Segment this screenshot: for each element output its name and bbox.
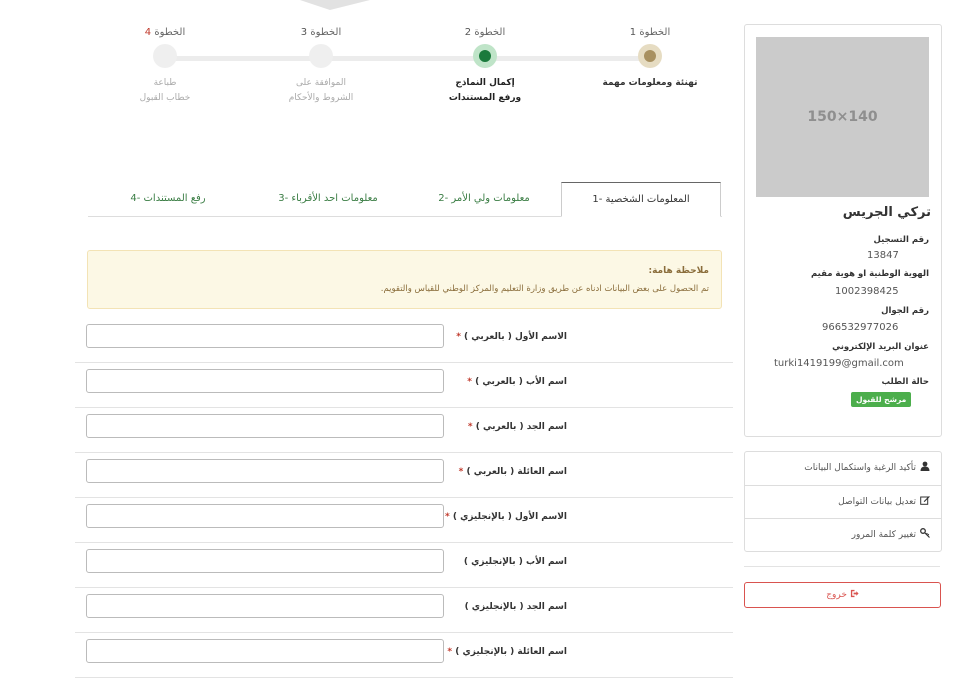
step-3-label-line1: الموافقة على: [296, 78, 346, 88]
form-row-first-name-ar: الاسم الأول ( بالعربي ) *: [75, 317, 733, 363]
required-mark: *: [444, 512, 450, 522]
logout-label: خروج: [826, 590, 847, 600]
national-id-label: الهوية الوطنية او هوية مقيم: [810, 269, 929, 279]
required-mark: *: [467, 422, 473, 432]
step-1: الخطوة 1 تهنئة ومعلومات مهمة: [585, 20, 715, 91]
required-mark: *: [456, 332, 461, 342]
tab-documents[interactable]: 4- رفع المستندات: [88, 182, 248, 215]
form-row-family-name-en: اسم العائلة ( بالإنجليزي ) *: [75, 632, 733, 678]
first-name-en-label: الاسم الأول ( بالإنجليزي ): [452, 512, 567, 522]
profile-photo-placeholder: 150×140: [756, 37, 929, 197]
tab-relative-info[interactable]: 3- معلومات احد الأقرباء: [248, 182, 408, 215]
profile-card: 150×140 تركي الجريس رقم التسجيل 13847 ال…: [744, 24, 942, 437]
step-3: الخطوة 3 الموافقة على الشروط والأحكام: [256, 20, 386, 106]
form-row-grandfather-name-ar: اسم الجد ( بالعربي ) *: [75, 407, 733, 453]
required-mark: *: [447, 647, 453, 657]
form-row-father-name-en: اسم الأب ( بالإنجليزي ): [75, 542, 733, 588]
step-3-label-line2: الشروط والأحكام: [288, 93, 354, 103]
form-row-family-name-ar: اسم العائلة ( بالعربي ) *: [75, 452, 733, 498]
step-1-label: تهنئة ومعلومات مهمة: [602, 78, 698, 88]
family-name-en-label: اسم العائلة ( بالإنجليزي ): [455, 647, 567, 657]
family-name-en-input[interactable]: [86, 639, 444, 663]
step-3-dot: [309, 44, 333, 68]
step-4: الخطوة 4 طباعة خطاب القبول: [100, 20, 230, 106]
mobile-label: رقم الجوال: [881, 306, 929, 316]
father-name-ar-input[interactable]: [86, 369, 444, 393]
menu-item-edit-contact[interactable]: تعديل بيانات التواصل: [745, 486, 941, 519]
grandfather-name-ar-input[interactable]: [86, 414, 444, 438]
step-2-dot-active: [473, 44, 497, 68]
form-row-first-name-en: الاسم الأول ( بالإنجليزي ) *: [75, 497, 733, 543]
tab-guardian-info[interactable]: 2- معلومات ولي الأمر: [404, 182, 564, 215]
user-icon: [920, 452, 930, 485]
progress-stepper: الخطوة 4 طباعة خطاب القبول الخطوة 3 المو…: [100, 20, 720, 120]
required-mark: *: [467, 377, 472, 387]
menu-item-change-password[interactable]: تغيير كلمة المرور: [745, 519, 941, 552]
note-title: ملاحظة هامة:: [648, 266, 710, 276]
first-name-ar-label: الاسم الأول ( بالعربي ): [464, 332, 567, 342]
required-mark: *: [458, 467, 464, 477]
mobile-value: 966532977026: [822, 322, 899, 333]
step-2-label-line2: ورفع المستندات: [448, 93, 522, 103]
father-name-en-label: اسم الأب ( بالإنجليزي ): [463, 557, 567, 567]
menu-item-confirm-data[interactable]: تأكيد الرغبة واستكمال البيانات: [745, 452, 941, 485]
step-2-label-line1: إكمال النماذج: [455, 78, 515, 88]
application-status-label: حالة الطلب: [881, 377, 929, 387]
father-name-en-input[interactable]: [86, 549, 444, 573]
menu-item-label: تغيير كلمة المرور: [851, 530, 916, 540]
family-name-ar-label: اسم العائلة ( بالعربي ): [466, 467, 568, 477]
grandfather-name-ar-label: اسم الجد ( بالعربي ): [475, 422, 567, 432]
father-name-ar-label: اسم الأب ( بالعربي ): [475, 377, 567, 387]
logout-button[interactable]: خروج: [744, 582, 941, 608]
note-text: تم الحصول على بعض البيانات ادناه عن طريق…: [380, 284, 709, 294]
step-4-label-line1: طباعة: [153, 78, 177, 88]
important-note: ملاحظة هامة: تم الحصول على بعض البيانات …: [87, 250, 722, 309]
edit-icon: [920, 486, 930, 519]
grandfather-name-en-input[interactable]: [86, 594, 444, 618]
family-name-ar-input[interactable]: [86, 459, 444, 483]
logout-icon: [847, 589, 859, 600]
national-id-value: 1002398425: [835, 286, 899, 297]
tab-personal-info[interactable]: 1- المعلومات الشخصية: [561, 182, 721, 217]
menu-item-label: تأكيد الرغبة واستكمال البيانات: [804, 463, 916, 473]
step-2: الخطوة 2 إكمال النماذج ورفع المستندات: [420, 20, 550, 106]
email-label: عنوان البريد الإلكتروني: [832, 342, 929, 352]
decorative-triangle: [300, 0, 370, 10]
registration-number-value: 13847: [867, 250, 899, 261]
first-name-en-input[interactable]: [86, 504, 444, 528]
grandfather-name-en-label: اسم الجد ( بالإنجليزي ): [464, 602, 567, 612]
sidebar-divider: [744, 566, 940, 567]
first-name-ar-input[interactable]: [86, 324, 444, 348]
form-tabs: 4- رفع المستندات 3- معلومات احد الأقرباء…: [88, 182, 722, 217]
key-icon: [920, 519, 930, 552]
form-row-grandfather-name-en: اسم الجد ( بالإنجليزي ): [75, 587, 733, 633]
registration-number-label: رقم التسجيل: [873, 235, 930, 245]
profile-name: تركي الجريس: [842, 205, 931, 220]
step-4-label-line2: خطاب القبول: [139, 93, 191, 103]
status-badge: مرشح للقبول: [851, 392, 912, 407]
step-1-dot-done: [638, 44, 662, 68]
side-menu: تأكيد الرغبة واستكمال البيانات تعديل بيا…: [744, 451, 942, 552]
step-4-dot: [153, 44, 177, 68]
email-value: turki1419199@gmail.com: [774, 358, 904, 369]
menu-item-label: تعديل بيانات التواصل: [838, 497, 916, 507]
form-row-father-name-ar: اسم الأب ( بالعربي ) *: [75, 362, 733, 408]
